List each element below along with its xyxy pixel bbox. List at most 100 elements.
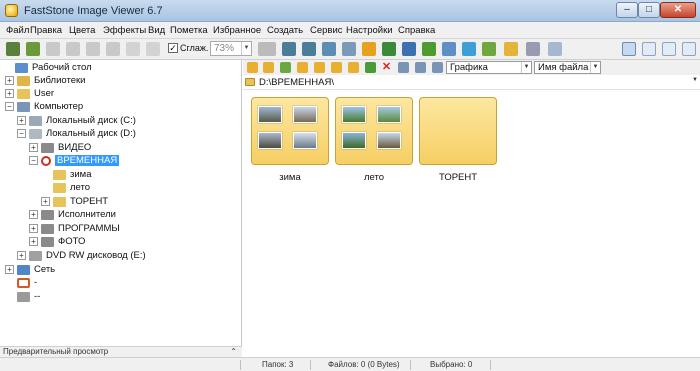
tree-item-computer[interactable]: − Компьютер (5, 100, 83, 113)
tree-item-summer[interactable]: лето (41, 181, 90, 194)
scanner-icon[interactable] (526, 42, 540, 56)
email-icon[interactable] (86, 42, 100, 56)
tree-item-artists[interactable]: + Исполнители (29, 208, 116, 221)
layout-1-icon[interactable] (622, 42, 636, 56)
fit-window-icon[interactable] (146, 42, 160, 56)
tree-item-desktop[interactable]: Рабочий стол (3, 61, 92, 74)
forward-icon[interactable] (263, 62, 274, 73)
select-all-icon[interactable] (398, 62, 409, 73)
expand-icon[interactable]: + (5, 76, 14, 85)
details-view-icon[interactable] (432, 62, 443, 73)
folder-thumbnail[interactable] (251, 97, 329, 165)
tree-item-torrent[interactable]: + ТОРЕНТ (41, 195, 108, 208)
wallpaper-icon[interactable] (504, 42, 518, 56)
menu-favorites[interactable]: Избранное (213, 25, 261, 36)
layout-3-icon[interactable] (662, 42, 676, 56)
acquire-icon[interactable] (26, 42, 40, 56)
effects-icon[interactable] (362, 42, 376, 56)
save-as-icon[interactable] (66, 42, 80, 56)
delete-icon[interactable]: ✕ (381, 62, 392, 73)
tree-item-recycle[interactable]: -- (5, 290, 40, 303)
tree-item-dvd[interactable]: + DVD RW дисковод (E:) (17, 249, 146, 262)
tree-item-drive-c[interactable]: + Локальный диск (C:) (17, 114, 136, 127)
current-path[interactable]: D:\ВРЕМЕННАЯ\ (259, 76, 334, 89)
print-icon[interactable] (106, 42, 120, 56)
settings-icon[interactable] (548, 42, 562, 56)
folder-icon[interactable] (297, 62, 308, 73)
expand-icon[interactable]: + (5, 89, 14, 98)
rotate-right-icon[interactable] (302, 42, 316, 56)
copy-to-icon[interactable] (348, 62, 359, 73)
tree-item-winter[interactable]: зима (41, 168, 91, 181)
tree-item-libraries[interactable]: + Библиотеки (5, 74, 85, 87)
favorites-folder-icon[interactable] (314, 62, 325, 73)
path-bar[interactable]: D:\ВРЕМЕННАЯ\ ▼ (243, 75, 700, 90)
back-icon[interactable] (247, 62, 258, 73)
maximize-button[interactable]: □ (638, 2, 660, 18)
collapse-icon[interactable]: − (29, 156, 38, 165)
expand-icon[interactable]: + (29, 143, 38, 152)
open-icon[interactable] (6, 42, 20, 56)
rotate-left-icon[interactable] (282, 42, 296, 56)
image-strip-icon[interactable] (482, 42, 496, 56)
save-icon[interactable] (46, 42, 60, 56)
collapse-icon[interactable]: − (5, 102, 14, 111)
desktop-icon (15, 62, 28, 73)
layout-2-icon[interactable] (642, 42, 656, 56)
expand-icon[interactable]: + (29, 210, 38, 219)
tree-item-programs[interactable]: + ПРОГРАММЫ (29, 222, 120, 235)
thumbnails-view-icon[interactable] (415, 62, 426, 73)
contact-sheet-icon[interactable] (442, 42, 456, 56)
slideshow-icon[interactable] (422, 42, 436, 56)
expand-icon[interactable]: + (17, 116, 26, 125)
fullscreen-icon[interactable] (126, 42, 140, 56)
menu-colors[interactable]: Цвета (69, 25, 95, 36)
file-filter-select[interactable]: Графика ▼ (446, 61, 532, 74)
up-folder-icon[interactable] (280, 62, 291, 73)
preview-toggle-bar[interactable]: Предварительный просмотр ⌃ (0, 346, 242, 357)
collapse-icon[interactable]: − (17, 129, 26, 138)
chevron-down-icon[interactable]: ▼ (692, 77, 698, 83)
smooth-checkbox[interactable]: ✓ (168, 43, 178, 53)
close-button[interactable]: ✕ (660, 2, 696, 18)
layout-4-icon[interactable] (682, 42, 696, 56)
tree-item-label: Локальный диск (C:) (46, 115, 136, 126)
person-icon[interactable] (382, 42, 396, 56)
collapse-icon[interactable]: ⌃ (230, 347, 237, 357)
tree-item-user[interactable]: + User (5, 87, 54, 100)
expand-icon[interactable]: + (41, 197, 50, 206)
hand-tool-icon[interactable] (258, 42, 276, 56)
tree-item-network[interactable]: + Сеть (5, 263, 55, 276)
menu-help[interactable]: Справка (398, 25, 435, 36)
flip-icon[interactable] (322, 42, 336, 56)
resize-icon[interactable] (342, 42, 356, 56)
menu-edit[interactable]: Правка (30, 25, 62, 36)
folder-thumbnail[interactable] (419, 97, 497, 165)
expand-icon[interactable]: + (5, 265, 14, 274)
expand-icon[interactable]: + (29, 237, 38, 246)
menu-settings[interactable]: Настройки (346, 25, 393, 36)
sort-select[interactable]: Имя файла ▼ (534, 61, 601, 74)
tree-item-video[interactable]: + ВИДЕО (29, 141, 91, 154)
menu-effects[interactable]: Эффекты (103, 25, 146, 36)
tree-item-control-panel[interactable]: - (5, 276, 37, 289)
expand-icon[interactable]: + (29, 224, 38, 233)
menu-view[interactable]: Вид (148, 25, 165, 36)
menu-service[interactable]: Сервис (310, 25, 343, 36)
batch-icon[interactable] (462, 42, 476, 56)
new-folder-icon[interactable] (331, 62, 342, 73)
minimize-button[interactable]: – (616, 2, 638, 18)
menu-create[interactable]: Создать (267, 25, 303, 36)
tree-item-temp[interactable]: − ВРЕМЕННАЯ (29, 154, 120, 167)
move-to-icon[interactable] (365, 62, 376, 73)
zoom-select[interactable]: 73% ▼ (210, 41, 252, 56)
tree-item-photo[interactable]: + ФОТО (29, 235, 85, 248)
sort-value: Имя файла (538, 62, 589, 73)
menu-mark[interactable]: Пометка (170, 25, 208, 36)
compare-icon[interactable] (402, 42, 416, 56)
expand-icon[interactable]: + (17, 251, 26, 260)
network-icon (17, 264, 30, 275)
folder-thumbnail[interactable] (335, 97, 413, 165)
menu-file[interactable]: Файл (6, 25, 29, 36)
tree-item-drive-d[interactable]: − Локальный диск (D:) (17, 127, 136, 140)
